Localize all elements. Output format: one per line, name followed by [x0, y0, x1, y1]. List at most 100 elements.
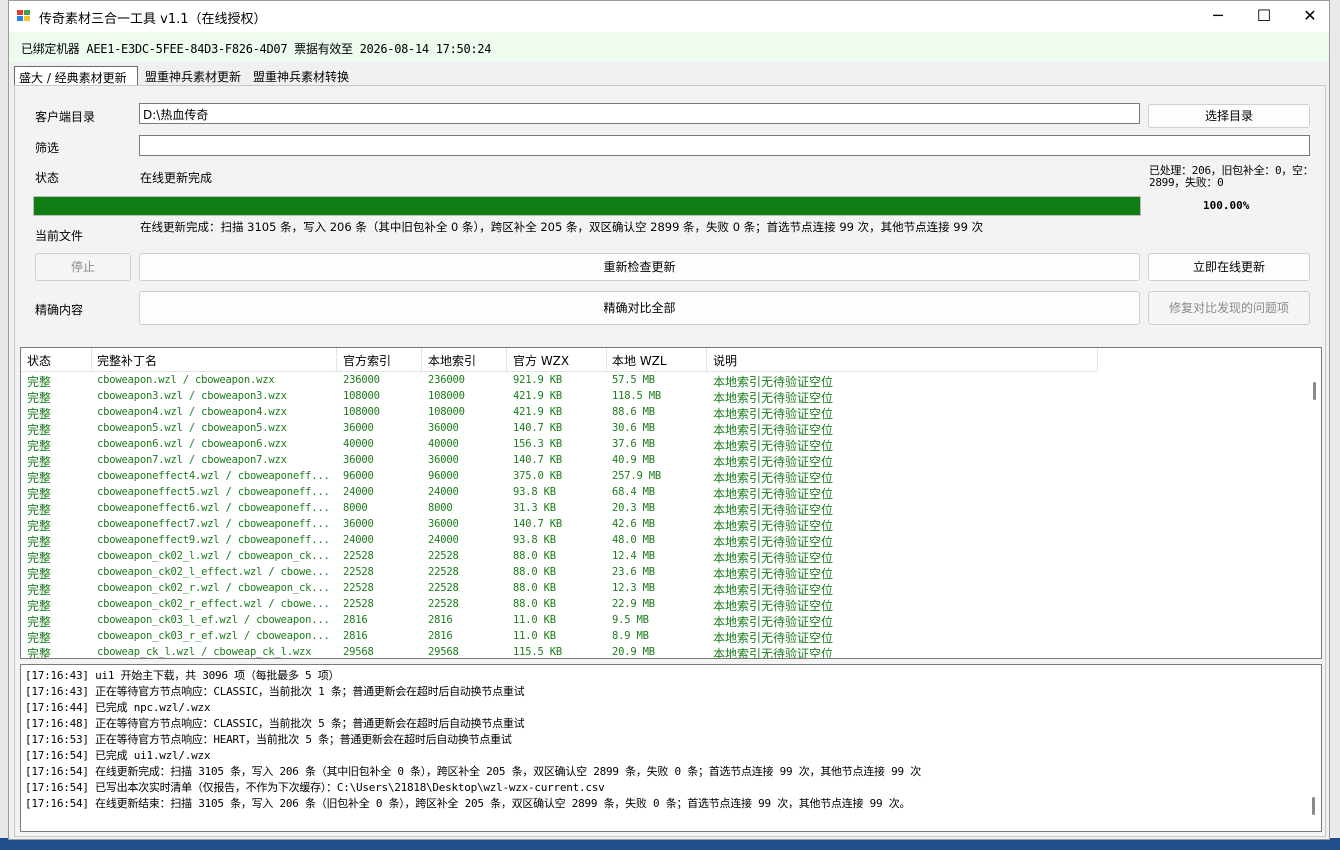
status-value: 在线更新完成 — [140, 171, 213, 185]
table-cell: 完整 — [27, 647, 52, 659]
choose-dir-button[interactable]: 选择目录 — [1148, 104, 1310, 128]
minimize-button[interactable]: ─ — [1195, 1, 1241, 32]
table-row[interactable]: 完整 cboweapon_ck03_r_ef.wzl / cboweapon...… — [21, 629, 1097, 645]
table-cell: 236000 — [428, 374, 465, 386]
table-cell: cboweapon_ck03_r_ef.wzl / cboweapon... — [97, 630, 330, 642]
col-header-local-index[interactable]: 本地索引 — [428, 352, 476, 372]
table-row[interactable]: 完整 cboweaponeffect9.wzl / cboweaponeff...… — [21, 533, 1097, 549]
table-cell: 完整 — [27, 599, 52, 613]
tab-mengzhong-update[interactable]: 盟重神兵素材更新 — [141, 66, 247, 86]
table-cell: 完整 — [27, 631, 52, 645]
table-row[interactable]: 完整 cboweaponeffect4.wzl / cboweaponeff...… — [21, 469, 1097, 485]
table-row[interactable]: 完整 cboweapon6.wzl / cboweapon6.wzx 40000 40… — [21, 437, 1097, 453]
table-cell: 40000 — [343, 438, 374, 450]
table-cell: 20.9 MB — [612, 646, 655, 658]
table-row[interactable]: 完整 cboweaponeffect6.wzl / cboweaponeff...… — [21, 501, 1097, 517]
table-row[interactable]: 完整 cboweap_ck_l.wzl / cboweap_ck_l.wzx 295… — [21, 645, 1097, 659]
table-cell: cboweapon_ck03_l_ef.wzl / cboweapon... — [97, 614, 330, 626]
table-cell: 24000 — [343, 534, 374, 546]
desktop-left-edge — [0, 0, 8, 850]
table-cell: 8000 — [428, 502, 453, 514]
table-row[interactable]: 完整 cboweapon_ck03_l_ef.wzl / cboweapon...… — [21, 613, 1097, 629]
log-line: [17:16:54] 在线更新完成：扫描 3105 条，写入 206 条（其中旧… — [25, 765, 922, 778]
table-row[interactable]: 完整 cboweaponeffect7.wzl / cboweaponeff...… — [21, 517, 1097, 533]
license-text: 已绑定机器 AEE1-E3DC-5FEE-84D3-F826-4D07 票据有效… — [21, 42, 492, 56]
close-button[interactable]: ✕ — [1287, 1, 1329, 32]
table-row[interactable]: 完整 cboweapon5.wzl / cboweapon5.wzx 36000 36… — [21, 421, 1097, 437]
table-cell: 118.5 MB — [612, 390, 661, 402]
current-file-value: 在线更新完成：扫描 3105 条，写入 206 条（其中旧包补全 0 条），跨区… — [140, 220, 984, 234]
table-cell: 完整 — [27, 503, 52, 517]
table-row[interactable]: 完整 cboweapon_ck02_r.wzl / cboweapon_ck...… — [21, 581, 1097, 597]
table-cell: 11.0 KB — [513, 630, 556, 642]
tab-classic-update[interactable]: 盛大 / 经典素材更新 — [14, 66, 138, 87]
table-cell: 115.5 KB — [513, 646, 562, 658]
repair-button[interactable]: 修复对比发现的问题项 — [1148, 291, 1310, 325]
table-cell: 140.7 KB — [513, 518, 562, 530]
col-header-local-wzl[interactable]: 本地 WZL — [612, 352, 667, 372]
table-cell: 88.0 KB — [513, 550, 556, 562]
table-cell: 8000 — [343, 502, 368, 514]
table-cell: cboweapon.wzl / cboweapon.wzx — [97, 374, 275, 386]
table-cell: 48.0 MB — [612, 534, 655, 546]
table-cell: cboweapon_ck02_r_effect.wzl / cbowe... — [97, 598, 330, 610]
log-line: [17:16:53] 正在等待官方节点响应：HEART，当前批次 5 条；普通更… — [25, 733, 512, 746]
table-cell: 31.3 KB — [513, 502, 556, 514]
table-cell: 12.3 MB — [612, 582, 655, 594]
table-cell: 本地索引无待验证空位 — [713, 375, 834, 389]
title-bar[interactable]: 传奇素材三合一工具 v1.1（在线授权） ─ ☐ ✕ — [9, 1, 1329, 32]
table-cell: 93.8 KB — [513, 534, 556, 546]
col-header-official-wzx[interactable]: 官方 WZX — [513, 352, 569, 372]
table-cell: 本地索引无待验证空位 — [713, 631, 834, 645]
log-scrollbar[interactable] — [1312, 797, 1315, 815]
table-cell: 22528 — [428, 550, 459, 562]
table-cell: 108000 — [343, 390, 380, 402]
col-header-official-index[interactable]: 官方索引 — [343, 352, 391, 372]
table-cell: 88.0 KB — [513, 582, 556, 594]
table-cell: 96000 — [428, 470, 459, 482]
table-cell: 2816 — [343, 614, 368, 626]
table-cell: 本地索引无待验证空位 — [713, 503, 834, 517]
client-dir-label: 客户端目录 — [35, 110, 96, 124]
table-row[interactable]: 完整 cboweapon7.wzl / cboweapon7.wzx 36000 36… — [21, 453, 1097, 469]
table-row[interactable]: 完整 cboweapon4.wzl / cboweapon4.wzx 108000 1… — [21, 405, 1097, 421]
table-cell: 本地索引无待验证空位 — [713, 519, 834, 533]
col-header-name[interactable]: 完整补丁名 — [97, 352, 157, 372]
table-cell: 完整 — [27, 551, 52, 565]
table-row[interactable]: 完整 cboweapon3.wzl / cboweapon3.wzx 108000 1… — [21, 389, 1097, 405]
table-cell: 完整 — [27, 535, 52, 549]
table-row[interactable]: 完整 cboweapon.wzl / cboweapon.wzx 236000 236… — [21, 373, 1097, 389]
stop-button[interactable]: 停止 — [35, 253, 131, 281]
recheck-button[interactable]: 重新检查更新 — [139, 253, 1140, 281]
table-cell: 24000 — [343, 486, 374, 498]
log-line: [17:16:54] 已写出本次实时清单（仅报告，不作为下次缓存）：C:\Use… — [25, 781, 605, 794]
table-cell: 36000 — [428, 518, 459, 530]
col-header-status[interactable]: 状态 — [27, 352, 51, 372]
tab-panel: 客户端目录 D:\热血传奇 选择目录 筛选 状态 在线更新完成 已处理：206，… — [14, 85, 1326, 837]
col-header-note[interactable]: 说明 — [713, 352, 737, 372]
table-cell: 本地索引无待验证空位 — [713, 535, 834, 549]
patch-table[interactable]: 状态 完整补丁名 官方索引 本地索引 官方 WZX 本地 WZL 说明 完整 cb… — [20, 347, 1322, 659]
app-window: 传奇素材三合一工具 v1.1（在线授权） ─ ☐ ✕ 已绑定机器 AEE1-E3… — [8, 0, 1330, 840]
table-cell: 24000 — [428, 534, 459, 546]
compare-all-button[interactable]: 精确对比全部 — [139, 291, 1140, 325]
table-row[interactable]: 完整 cboweapon_ck02_r_effect.wzl / cbowe...… — [21, 597, 1097, 613]
client-dir-input[interactable]: D:\热血传奇 — [139, 103, 1140, 124]
progress-bar — [33, 196, 1141, 216]
table-cell: 9.5 MB — [612, 614, 649, 626]
table-cell: cboweapon5.wzl / cboweapon5.wzx — [97, 422, 287, 434]
update-now-button[interactable]: 立即在线更新 — [1148, 253, 1310, 281]
table-cell: 本地索引无待验证空位 — [713, 423, 834, 437]
table-scrollbar[interactable] — [1313, 382, 1316, 400]
filter-input[interactable] — [139, 135, 1310, 156]
log-panel[interactable]: [17:16:43] ui1 开始主下载，共 3096 项（每批最多 5 项） [… — [20, 664, 1322, 832]
table-cell: cboweapon3.wzl / cboweapon3.wzx — [97, 390, 287, 402]
table-row[interactable]: 完整 cboweapon_ck02_l_effect.wzl / cbowe...… — [21, 565, 1097, 581]
table-row[interactable]: 完整 cboweaponeffect5.wzl / cboweaponeff...… — [21, 485, 1097, 501]
table-row[interactable]: 完整 cboweapon_ck02_l.wzl / cboweapon_ck...… — [21, 549, 1097, 565]
table-cell: 57.5 MB — [612, 374, 655, 386]
table-cell: cboweapon7.wzl / cboweapon7.wzx — [97, 454, 287, 466]
tab-mengzhong-convert[interactable]: 盟重神兵素材转换 — [249, 66, 359, 86]
maximize-button[interactable]: ☐ — [1241, 1, 1287, 32]
table-cell: 24000 — [428, 486, 459, 498]
